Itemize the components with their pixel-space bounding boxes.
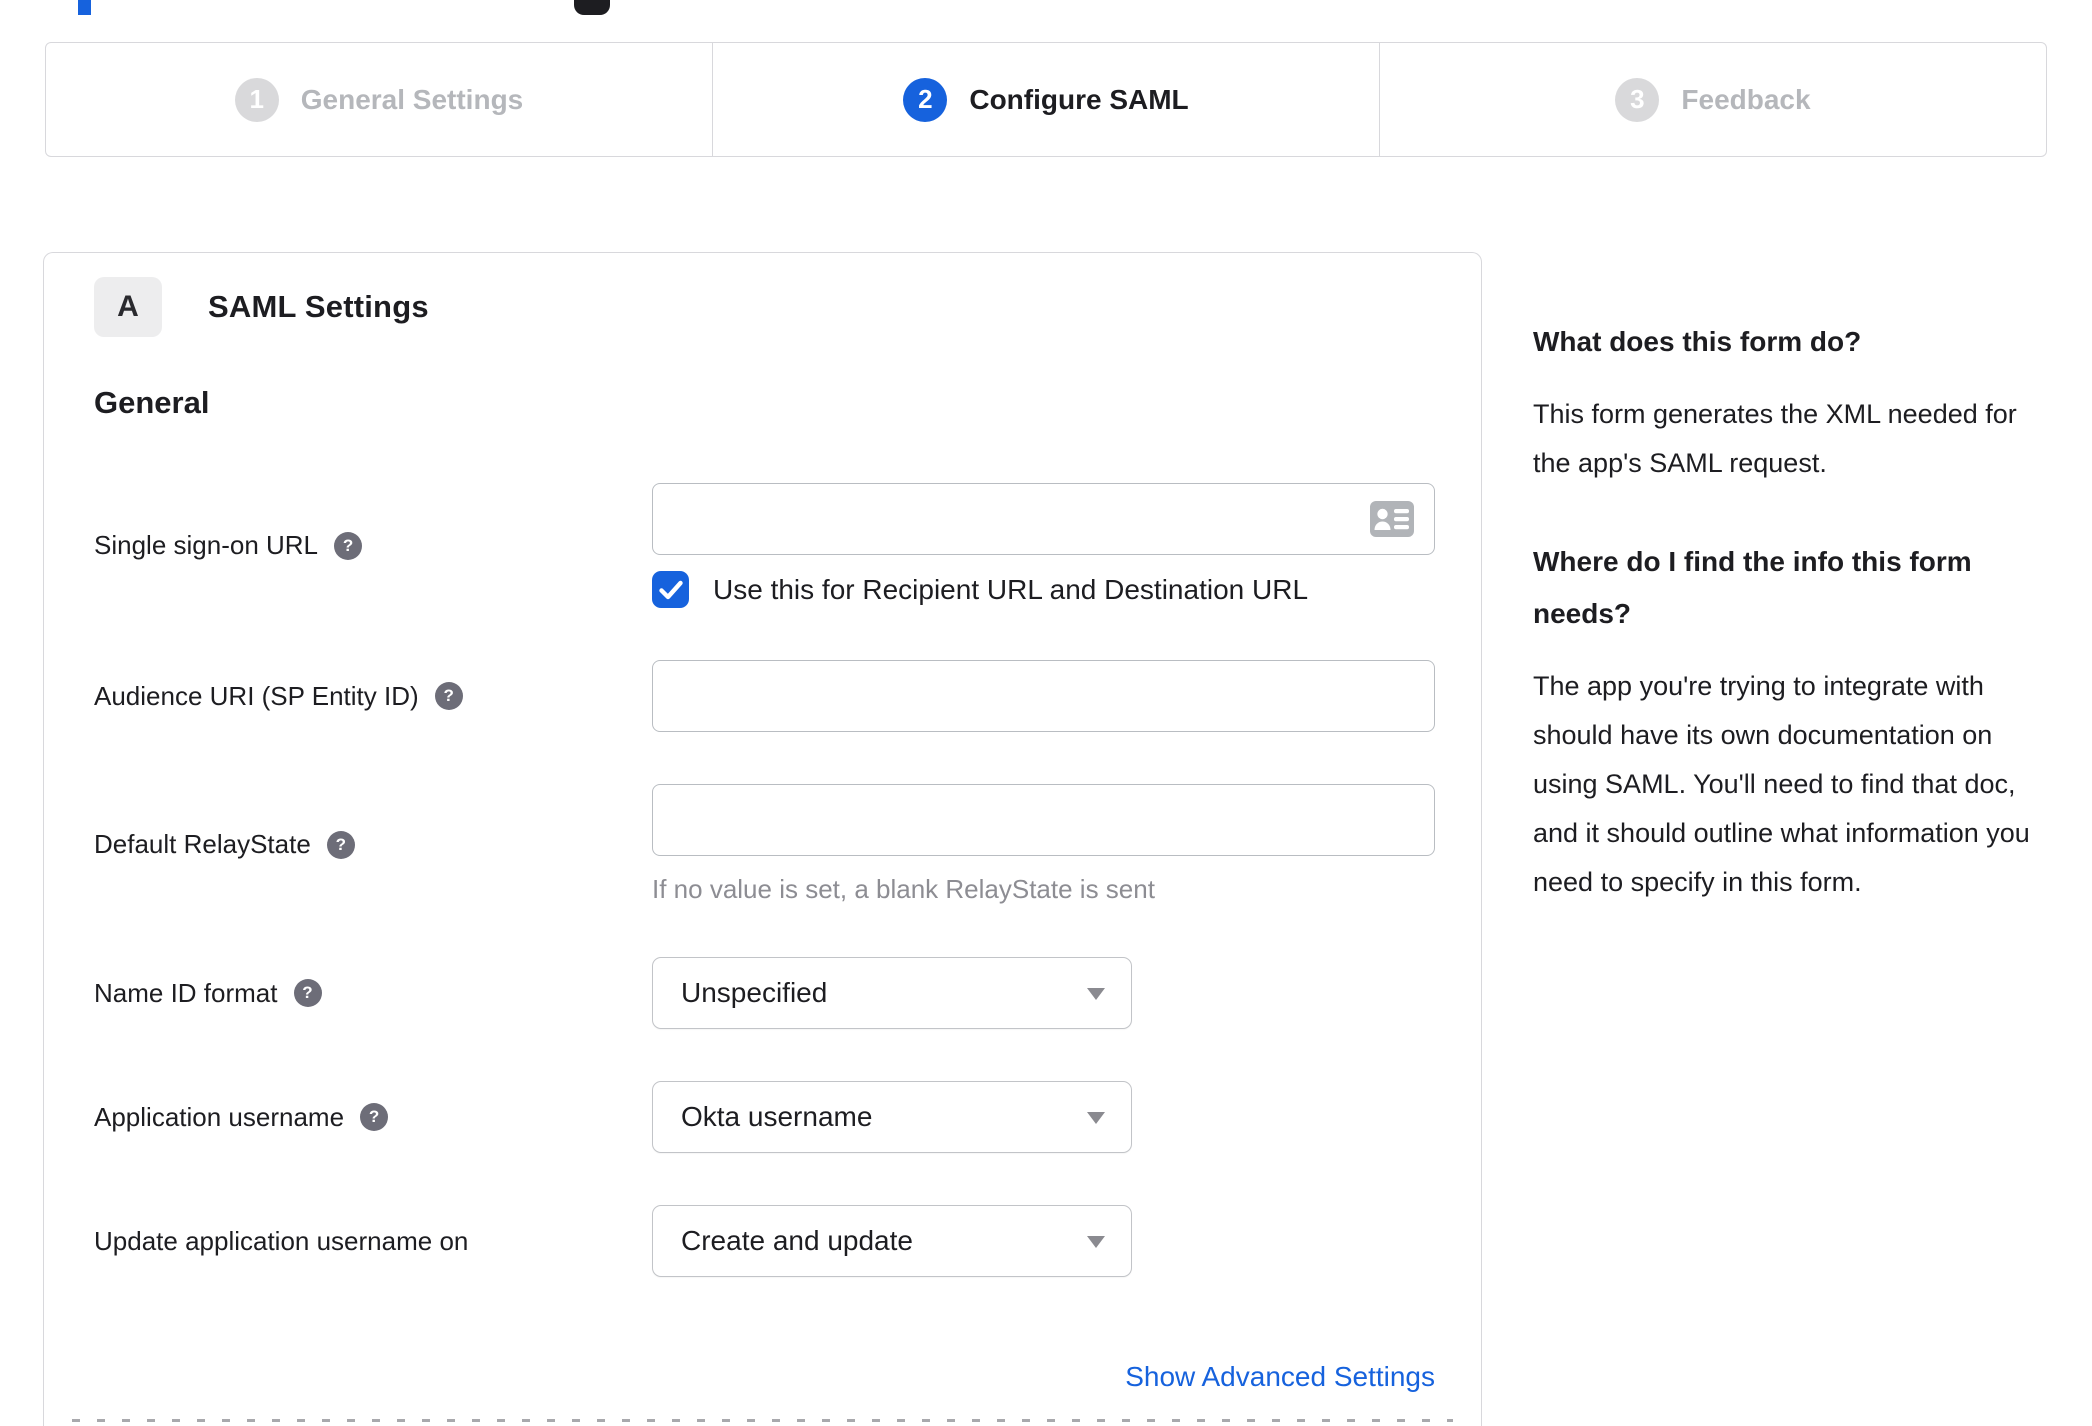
field-label-wrap: Default RelayState ? bbox=[94, 784, 652, 905]
application-username-value: Okta username bbox=[681, 1101, 873, 1132]
audience-uri-input[interactable] bbox=[652, 660, 1435, 732]
wizard-stepper: 1 General Settings 2 Configure SAML 3 Fe… bbox=[45, 42, 2047, 157]
help-icon[interactable]: ? bbox=[326, 830, 355, 859]
panel-bottom-dashed-divider bbox=[72, 1419, 1453, 1422]
field-control-wrap: If no value is set, a blank RelayState i… bbox=[652, 784, 1435, 905]
field-row-single-sign-on-url: Single sign-on URL ? Use this for Recipi… bbox=[94, 483, 1435, 608]
sidebar-heading-what: What does this form do? bbox=[1533, 326, 1862, 357]
advanced-settings-row: Show Advanced Settings bbox=[94, 1361, 1435, 1393]
step-configure-saml[interactable]: 2 Configure SAML bbox=[713, 43, 1380, 156]
field-label-wrap: Audience URI (SP Entity ID) ? bbox=[94, 660, 652, 732]
field-label-wrap: Single sign-on URL ? bbox=[94, 483, 652, 608]
section-title: SAML Settings bbox=[208, 289, 429, 324]
sidebar-paragraph-where: The app you're trying to integrate with … bbox=[1533, 671, 2030, 897]
chevron-down-icon bbox=[1087, 1236, 1105, 1248]
saml-form: Single sign-on URL ? Use this for Recipi… bbox=[94, 483, 1435, 1393]
field-row-audience-uri: Audience URI (SP Entity ID) ? bbox=[94, 660, 1435, 732]
field-control-wrap: Create and update bbox=[652, 1205, 1431, 1277]
name-id-format-label: Name ID format bbox=[94, 977, 278, 1008]
help-icon[interactable]: ? bbox=[434, 682, 463, 710]
recipient-url-checkbox-label: Use this for Recipient URL and Destinati… bbox=[713, 573, 1309, 605]
update-application-username-label: Update application username on bbox=[94, 1225, 469, 1256]
page-title-fragment-dark bbox=[574, 0, 610, 15]
field-control-wrap: Okta username bbox=[652, 1081, 1431, 1153]
application-username-select[interactable]: Okta username bbox=[652, 1081, 1132, 1153]
section-a-badge: A bbox=[94, 277, 162, 337]
field-control-wrap: Unspecified bbox=[652, 957, 1431, 1029]
step-feedback[interactable]: 3 Feedback bbox=[1380, 43, 2046, 156]
default-relaystate-input[interactable] bbox=[652, 784, 1435, 856]
chevron-down-icon bbox=[1087, 1112, 1105, 1124]
field-row-name-id-format: Name ID format ? Unspecified bbox=[94, 957, 1431, 1029]
field-row-update-application-username: Update application username on Create an… bbox=[94, 1205, 1431, 1277]
field-label-wrap: Name ID format ? bbox=[94, 957, 652, 1029]
general-group-title: General bbox=[94, 385, 210, 420]
step-3-badge: 3 bbox=[1615, 77, 1660, 122]
single-sign-on-url-label: Single sign-on URL bbox=[94, 530, 319, 560]
step-general-settings[interactable]: 1 General Settings bbox=[46, 43, 713, 156]
step-1-label: General Settings bbox=[300, 83, 524, 115]
step-1-badge: 1 bbox=[234, 77, 279, 122]
update-application-username-value: Create and update bbox=[681, 1225, 913, 1256]
single-sign-on-url-input[interactable] bbox=[652, 483, 1435, 555]
single-sign-on-url-input-wrap bbox=[652, 483, 1435, 555]
page-title-fragment-blue bbox=[78, 0, 91, 15]
step-2-badge: 2 bbox=[903, 77, 948, 122]
field-control-wrap bbox=[652, 660, 1435, 732]
field-row-default-relaystate: Default RelayState ? If no value is set,… bbox=[94, 784, 1435, 905]
recipient-url-checkbox[interactable] bbox=[652, 571, 689, 608]
audience-uri-label: Audience URI (SP Entity ID) bbox=[94, 680, 419, 711]
recipient-url-checkbox-row: Use this for Recipient URL and Destinati… bbox=[652, 571, 1435, 608]
chevron-down-icon bbox=[1087, 988, 1105, 1000]
contact-card-icon[interactable] bbox=[1369, 500, 1415, 543]
name-id-format-select[interactable]: Unspecified bbox=[652, 957, 1132, 1029]
relaystate-hint: If no value is set, a blank RelayState i… bbox=[652, 874, 1155, 904]
field-label-wrap: Update application username on bbox=[94, 1205, 652, 1277]
saml-settings-panel: A SAML Settings General Single sign-on U… bbox=[43, 252, 1482, 1426]
help-icon[interactable]: ? bbox=[360, 1103, 389, 1131]
help-icon[interactable]: ? bbox=[334, 531, 363, 560]
sidebar-paragraph-what: This form generates the XML needed for t… bbox=[1533, 399, 2017, 478]
show-advanced-settings-link[interactable]: Show Advanced Settings bbox=[1125, 1361, 1435, 1392]
sidebar-heading-where: Where do I find the info this form needs… bbox=[1533, 546, 1972, 629]
application-username-label: Application username bbox=[94, 1101, 345, 1132]
update-application-username-select[interactable]: Create and update bbox=[652, 1205, 1132, 1277]
step-2-label: Configure SAML bbox=[969, 83, 1189, 115]
field-control-wrap: Use this for Recipient URL and Destinati… bbox=[652, 483, 1435, 608]
help-icon[interactable]: ? bbox=[293, 979, 322, 1007]
step-3-label: Feedback bbox=[1681, 83, 1811, 115]
help-sidebar: What does this form do? This form genera… bbox=[1533, 316, 2035, 907]
default-relaystate-label: Default RelayState bbox=[94, 829, 311, 859]
section-header: A SAML Settings bbox=[94, 277, 1431, 337]
field-row-application-username: Application username ? Okta username bbox=[94, 1081, 1431, 1153]
name-id-format-value: Unspecified bbox=[681, 977, 828, 1008]
field-label-wrap: Application username ? bbox=[94, 1081, 652, 1153]
